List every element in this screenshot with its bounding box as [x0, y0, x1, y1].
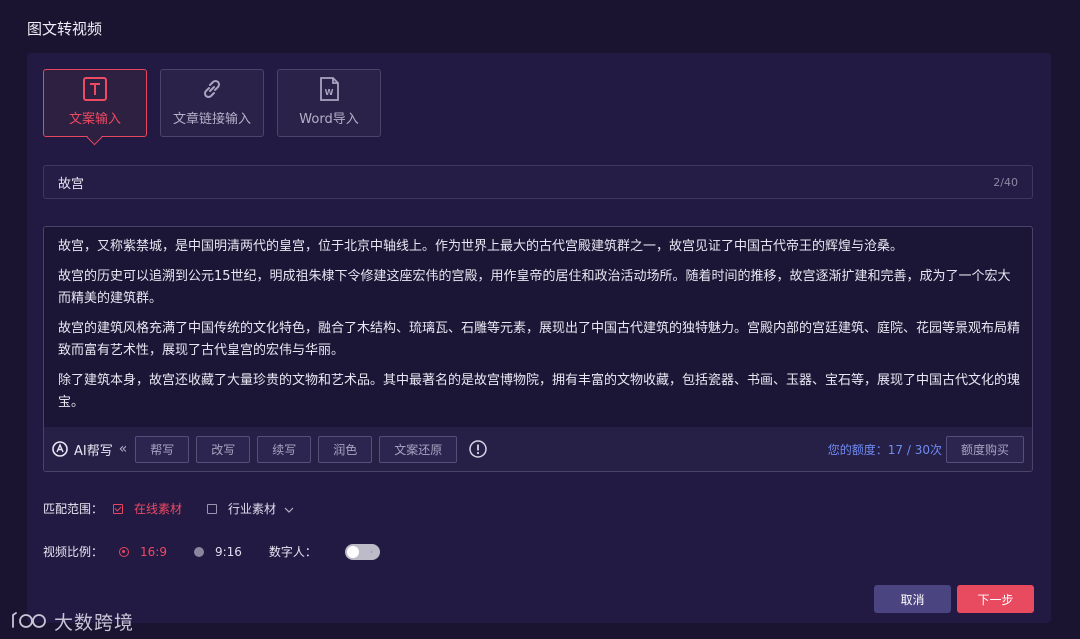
svg-text:W: W: [325, 88, 334, 97]
tab-article-link[interactable]: 文章链接输入: [160, 69, 264, 137]
title-char-counter: 2/40: [993, 175, 1018, 189]
tab-article-link-label: 文章链接输入: [172, 112, 251, 127]
tab-word-import-label: Word导入: [299, 112, 359, 127]
help-write-button[interactable]: 帮写: [135, 435, 190, 463]
match-range-row: 匹配范围： 在线素材 行业素材: [43, 500, 294, 517]
chevron-down-icon[interactable]: [284, 502, 294, 516]
next-step-button[interactable]: 下一步: [957, 585, 1034, 613]
content-paragraph: 故宫，又称紫禁城，是中国明清两代的皇宫，位于北京中轴线上。作为世界上最大的古代宫…: [58, 239, 904, 254]
ratio-16-9-radio[interactable]: [119, 546, 130, 557]
industry-material-label[interactable]: 行业素材: [228, 500, 276, 517]
quota-text: 您的额度：17 / 30次: [827, 442, 942, 457]
cancel-button[interactable]: 取消: [874, 585, 951, 613]
ai-write-toolbar: AI帮写 « 帮写 改写 续写 润色 文案还原 您的额度：17 / 30次 额度…: [44, 427, 1032, 471]
ai-write-label: AI帮写: [74, 443, 113, 459]
watermark-logo-icon: [10, 607, 48, 635]
collapse-icon[interactable]: «: [119, 441, 128, 457]
video-ratio-label: 视频比例：: [43, 545, 104, 559]
link-icon: [199, 76, 225, 102]
content-text: 故宫，又称紫禁城，是中国明清两代的皇宫，位于北京中轴线上。作为世界上最大的古代宫…: [58, 236, 1020, 424]
info-icon[interactable]: [469, 440, 488, 458]
tab-text-input[interactable]: 文案输入: [43, 69, 147, 137]
buy-quota-button[interactable]: 额度购买: [946, 435, 1024, 463]
text-t-icon: [82, 76, 108, 102]
content-textarea[interactable]: 故宫，又称紫禁城，是中国明清两代的皇宫，位于北京中轴线上。作为世界上最大的古代宫…: [43, 226, 1033, 472]
match-range-label: 匹配范围：: [43, 502, 104, 516]
content-paragraph: 故宫的建筑风格充满了中国传统的文化特色，融合了木结构、琉璃瓦、石雕等元素，展现出…: [58, 321, 1020, 358]
ratio-16-9-label[interactable]: 16:9: [140, 545, 167, 559]
content-paragraph: 故宫的历史可以追溯到公元15世纪，明成祖朱棣下令修建这座宏伟的宫殿，用作皇帝的居…: [58, 269, 1011, 306]
tab-word-import[interactable]: W Word导入: [277, 69, 381, 137]
polish-button[interactable]: 润色: [318, 435, 373, 463]
page-title: 图文转视频: [27, 20, 103, 38]
online-material-label[interactable]: 在线素材: [134, 500, 182, 517]
content-paragraph: 除了建筑本身，故宫还收藏了大量珍贵的文物和艺术品。其中最著名的是故宫博物院，拥有…: [58, 373, 1020, 410]
title-input-value: 故宫: [58, 176, 85, 192]
tab-text-input-label: 文案输入: [68, 112, 121, 127]
industry-material-checkbox[interactable]: [207, 503, 218, 514]
main-panel: 文案输入 文章链接输入 W Word导入 故宫 2/40 故宫，又称紫禁城，是中…: [27, 53, 1051, 623]
digital-human-label: 数字人：: [268, 545, 317, 559]
digital-human-toggle[interactable]: ›: [344, 543, 380, 560]
restore-text-button[interactable]: 文案还原: [379, 435, 458, 463]
input-mode-tabs: 文案输入 文章链接输入 W Word导入: [43, 69, 381, 137]
video-ratio-row: 视频比例： 16:9 9:16 数字人： ›: [43, 543, 380, 560]
rewrite-button[interactable]: 改写: [196, 435, 251, 463]
watermark-text: 大数跨境: [54, 611, 135, 634]
ratio-9-16-label[interactable]: 9:16: [215, 545, 242, 559]
word-file-icon: W: [316, 76, 342, 102]
ai-logo-icon: [52, 441, 68, 457]
continue-write-button[interactable]: 续写: [257, 435, 312, 463]
watermark: 大数跨境: [10, 607, 134, 635]
online-material-checkbox[interactable]: [113, 503, 124, 514]
title-input[interactable]: 故宫 2/40: [43, 165, 1033, 199]
ratio-9-16-radio[interactable]: [193, 546, 204, 557]
